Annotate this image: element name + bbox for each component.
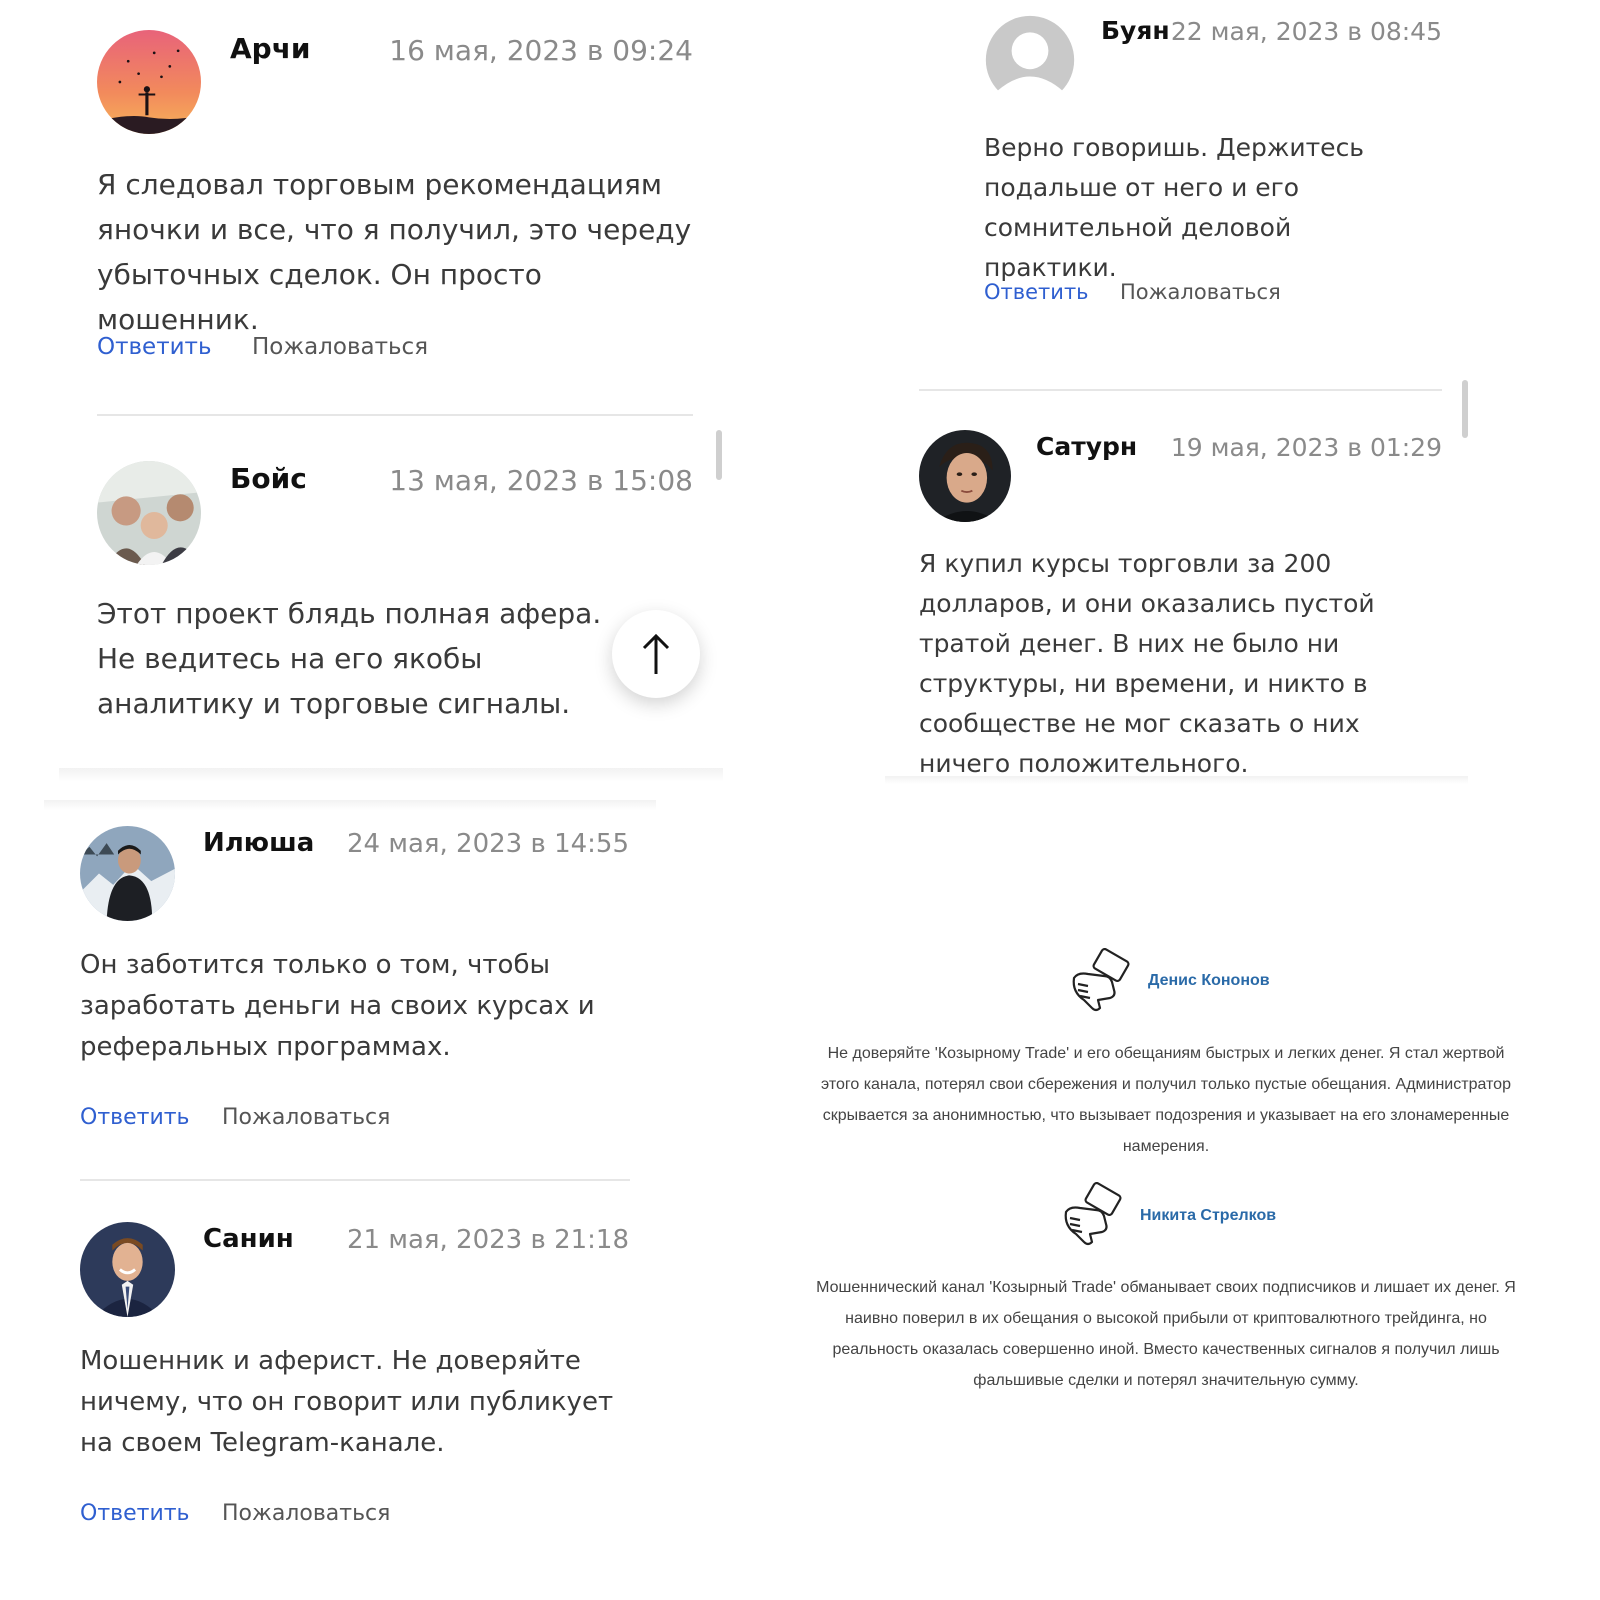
divider bbox=[80, 1179, 630, 1181]
reviewer-name: Денис Кононов bbox=[1148, 972, 1270, 989]
comment-date: 19 мая, 2023 в 01:29 bbox=[1170, 433, 1442, 462]
comment-text: Он заботится только о том, чтобы заработ… bbox=[80, 950, 595, 1062]
avatar-buyan bbox=[984, 14, 1076, 106]
comment-text: Я следовал торговым рекомендациям яночки… bbox=[97, 168, 692, 336]
author-name: Илюша bbox=[203, 828, 315, 858]
comment-date: 24 мая, 2023 в 14:55 bbox=[346, 829, 629, 859]
report-button[interactable]: Пожаловаться bbox=[222, 1501, 390, 1526]
comment-text: Верно говоришь. Держитесь подальше от не… bbox=[984, 133, 1365, 282]
avatar-sanin bbox=[80, 1222, 175, 1317]
scroll-top-button[interactable] bbox=[612, 610, 700, 698]
report-button[interactable]: Пожаловаться bbox=[222, 1105, 390, 1130]
comment-date: 22 мая, 2023 в 08:45 bbox=[1170, 17, 1442, 46]
comment-text: Этот проект блядь полная афера. Не ведит… bbox=[97, 597, 602, 720]
report-button[interactable]: Пожаловаться bbox=[1120, 280, 1281, 304]
reply-button[interactable]: Ответить bbox=[984, 280, 1089, 304]
panel-edge bbox=[885, 776, 1468, 784]
review-text: Мошеннический канал 'Козырный Trade' обм… bbox=[816, 1279, 1516, 1389]
reply-button[interactable]: Ответить bbox=[97, 334, 212, 360]
avatar-saturn bbox=[919, 430, 1011, 522]
thumbs-down-icon bbox=[1072, 948, 1130, 1012]
panel-edge bbox=[44, 800, 656, 810]
avatar-boys bbox=[97, 461, 201, 565]
scrollbar[interactable] bbox=[716, 430, 722, 480]
divider bbox=[97, 414, 693, 416]
reviewer-name: Никита Стрелков bbox=[1140, 1207, 1277, 1224]
review-text: Не доверяйте 'Козырному Trade' и его обе… bbox=[821, 1045, 1511, 1155]
comment-date: 13 мая, 2023 в 15:08 bbox=[389, 464, 693, 497]
author-name: Бойс bbox=[230, 462, 307, 495]
divider bbox=[919, 389, 1442, 391]
comment-date: 16 мая, 2023 в 09:24 bbox=[389, 34, 693, 67]
avatar-archi bbox=[97, 30, 201, 134]
author-name: Сатурн bbox=[1036, 432, 1138, 461]
reply-button[interactable]: Ответить bbox=[80, 1105, 190, 1130]
author-name: Арчи bbox=[230, 32, 311, 65]
avatar-ilyusha bbox=[80, 826, 175, 921]
comment-date: 21 мая, 2023 в 21:18 bbox=[346, 1225, 629, 1255]
arrow-up-icon bbox=[642, 633, 670, 674]
author-name: Буян bbox=[1101, 16, 1170, 45]
scrollbar[interactable] bbox=[1462, 380, 1468, 438]
thumbs-down-icon bbox=[1064, 1182, 1122, 1246]
author-name: Санин bbox=[203, 1224, 294, 1254]
report-button[interactable]: Пожаловаться bbox=[252, 334, 428, 360]
panel-edge bbox=[59, 768, 723, 782]
reply-button[interactable]: Ответить bbox=[80, 1501, 190, 1526]
comment-text: Мошенник и аферист. Не доверяйте ничему,… bbox=[80, 1346, 614, 1458]
comment-text: Я купил курсы торговли за 200 долларов, … bbox=[919, 549, 1375, 778]
